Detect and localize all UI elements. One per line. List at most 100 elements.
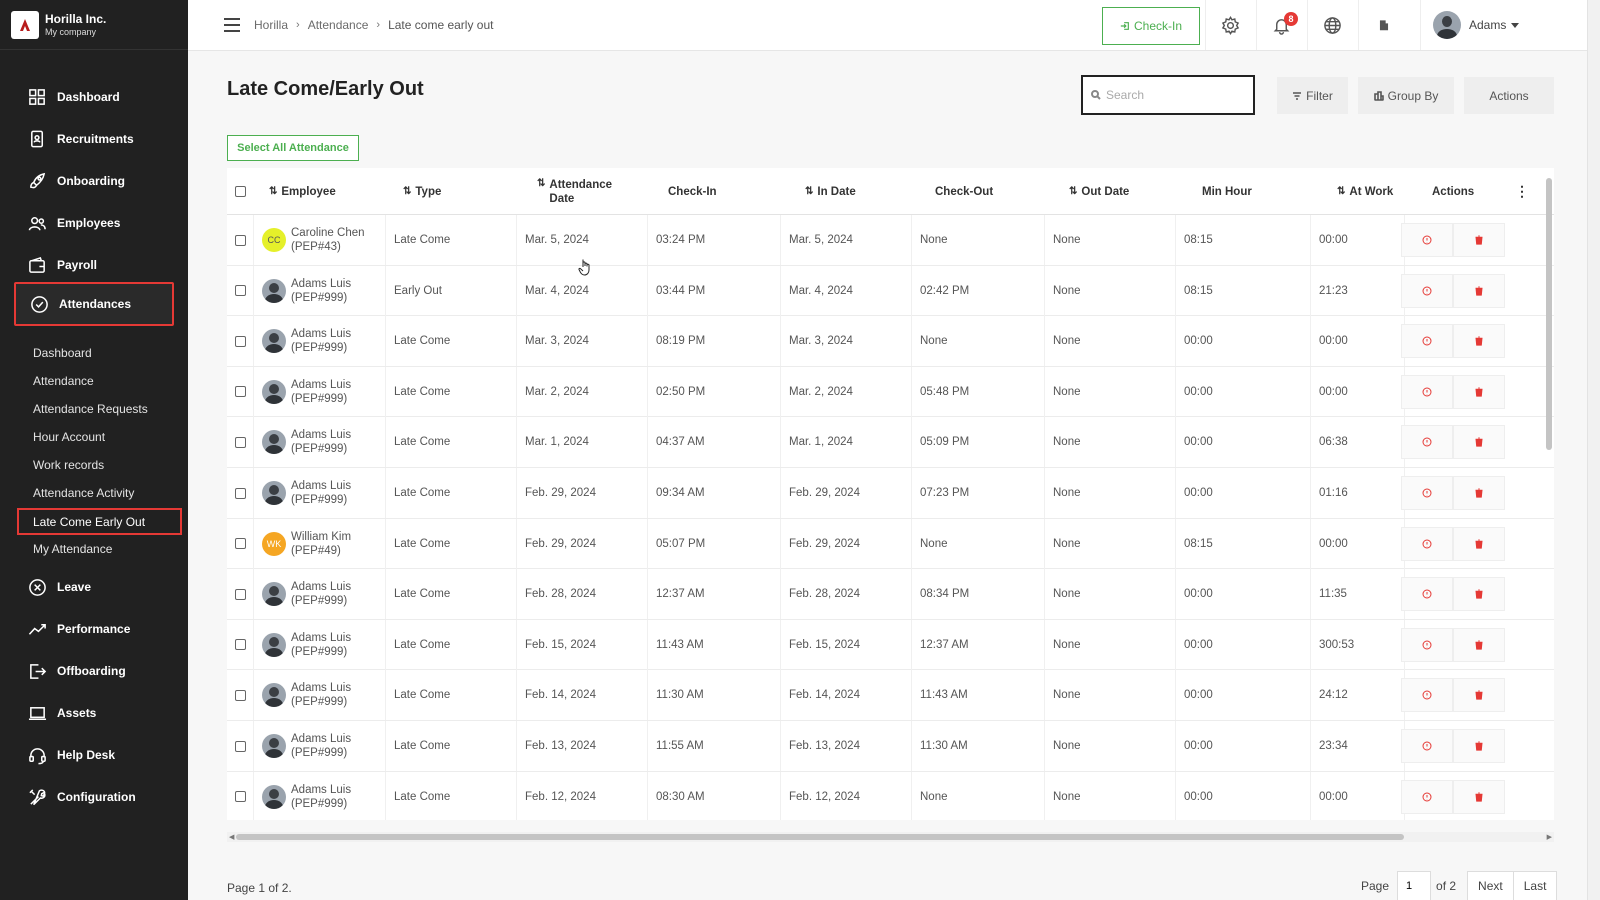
th-out-date[interactable]: ⇅ Out Date [1069,168,1129,215]
table-row[interactable]: Adams Luis (PEP#999) Late Come Feb. 13, 202… [227,721,1554,772]
scroll-left-arrow-icon[interactable]: ◀ [229,833,234,841]
table-row[interactable]: Adams Luis (PEP#999) Late Come Feb. 28, 202… [227,569,1554,620]
delete-button[interactable] [1453,324,1505,359]
table-horizontal-scrollbar[interactable]: ◀ ▶ [227,832,1554,842]
table-row[interactable]: Adams Luis (PEP#999) Late Come Feb. 29, 202… [227,468,1554,519]
employee-cell[interactable]: CC Caroline Chen (PEP#43) [254,215,386,265]
employee-cell[interactable]: Adams Luis (PEP#999) [254,670,386,721]
user-menu[interactable]: Adams [1420,0,1520,50]
table-row[interactable]: Adams Luis (PEP#999) Late Come Mar. 1, 2024… [227,417,1554,468]
column-options-icon[interactable]: ⋮ [1515,168,1529,215]
nav-item-assets[interactable]: Assets [14,694,174,732]
check-in-button[interactable]: Check-In [1102,7,1200,45]
row-checkbox[interactable] [234,538,246,550]
row-checkbox[interactable] [234,285,246,297]
nav-item-performance[interactable]: Performance [14,610,174,648]
delete-button[interactable] [1453,729,1505,763]
row-checkbox[interactable] [234,791,246,803]
group-by-button[interactable]: Group By [1358,77,1454,114]
th-at-work[interactable]: ⇅ At Work [1337,168,1393,215]
nav-item-attendances[interactable]: Attendances [14,282,174,326]
breadcrumb-attendance[interactable]: Attendance [308,18,369,32]
view-details-button[interactable] [1401,627,1453,662]
row-checkbox[interactable] [234,740,246,752]
row-checkbox[interactable] [234,386,246,398]
delete-button[interactable] [1453,273,1505,308]
view-details-button[interactable] [1401,273,1453,308]
scroll-right-arrow-icon[interactable]: ▶ [1547,833,1552,841]
select-all-checkbox[interactable] [235,186,246,197]
submenu-item-my-attendance[interactable]: My Attendance [33,542,112,556]
employee-cell[interactable]: Adams Luis (PEP#999) [254,316,386,367]
row-checkbox[interactable] [234,639,246,651]
employee-cell[interactable]: WK William Kim (PEP#49) [254,518,386,569]
view-details-button[interactable] [1401,425,1453,460]
table-row[interactable]: WK William Kim (PEP#49) Late Come Feb. 29, 2… [227,518,1554,570]
table-row[interactable]: Adams Luis (PEP#999) Late Come Feb. 15, 202… [227,619,1554,671]
notifications-button[interactable]: 8 [1256,0,1306,50]
nav-item-onboarding[interactable]: Onboarding [14,162,174,200]
submenu-item-dashboard[interactable]: Dashboard [33,346,92,360]
row-checkbox[interactable] [234,234,246,246]
delete-button[interactable] [1453,779,1505,814]
table-row[interactable]: Adams Luis (PEP#999) Late Come Mar. 3, 2024… [227,316,1554,367]
table-row[interactable]: Adams Luis (PEP#999) Early Out Mar. 4, 2024… [227,265,1554,317]
employee-cell[interactable]: Adams Luis (PEP#999) [254,366,386,417]
employee-cell[interactable]: Adams Luis (PEP#999) [254,265,386,316]
submenu-item-attendance[interactable]: Attendance [33,374,94,388]
submenu-item-attendance-activity[interactable]: Attendance Activity [33,486,134,500]
row-checkbox[interactable] [234,487,246,499]
last-page-button[interactable]: Last [1512,871,1558,900]
row-checkbox[interactable] [234,335,246,347]
view-details-button[interactable] [1401,223,1453,257]
delete-button[interactable] [1453,425,1505,460]
submenu-item-work-records[interactable]: Work records [33,458,104,472]
actions-dropdown[interactable]: Actions [1464,77,1554,114]
view-details-button[interactable] [1401,577,1453,612]
th-type[interactable]: ⇅ Type [403,168,441,215]
delete-button[interactable] [1453,476,1505,510]
nav-item-offboarding[interactable]: Offboarding [14,652,174,690]
submenu-item-hour-account[interactable]: Hour Account [33,430,105,444]
next-page-button[interactable]: Next [1467,871,1514,900]
language-button[interactable] [1307,0,1357,50]
view-details-button[interactable] [1401,779,1453,814]
delete-button[interactable] [1453,374,1505,409]
row-checkbox[interactable] [234,436,246,448]
employee-cell[interactable]: Adams Luis (PEP#999) [254,468,386,518]
nav-item-leave[interactable]: Leave [14,568,174,606]
breadcrumb-home[interactable]: Horilla [254,18,288,32]
view-details-button[interactable] [1401,678,1453,713]
view-details-button[interactable] [1401,476,1453,510]
page-number-input[interactable] [1397,871,1432,900]
employee-cell[interactable]: Adams Luis (PEP#999) [254,771,386,820]
view-details-button[interactable] [1401,526,1453,561]
table-row[interactable]: Adams Luis (PEP#999) Late Come Feb. 14, 202… [227,670,1554,721]
view-details-button[interactable] [1401,729,1453,763]
delete-button[interactable] [1453,627,1505,662]
delete-button[interactable] [1453,577,1505,612]
nav-item-dashboard[interactable]: Dashboard [14,78,174,116]
settings-button[interactable] [1205,0,1255,50]
employee-cell[interactable]: Adams Luis (PEP#999) [254,417,386,468]
submenu-item-late-come-early-out[interactable]: Late Come Early Out [17,508,182,535]
table-row[interactable]: Adams Luis (PEP#999) Late Come Feb. 12, 202… [227,771,1554,820]
nav-item-helpdesk[interactable]: Help Desk [14,736,174,774]
view-details-button[interactable] [1401,374,1453,409]
employee-cell[interactable]: Adams Luis (PEP#999) [254,569,386,620]
employee-cell[interactable]: Adams Luis (PEP#999) [254,721,386,771]
table-horizontal-scroll-thumb[interactable] [236,834,1404,840]
th-employee[interactable]: ⇅ Employee [269,168,336,215]
row-checkbox[interactable] [234,689,246,701]
nav-item-configuration[interactable]: Configuration [14,778,174,816]
delete-button[interactable] [1453,223,1505,257]
th-attendance-date[interactable]: ⇅ Attendance Date [537,168,627,215]
nav-item-payroll[interactable]: Payroll [14,246,174,284]
company-switch-button[interactable] [1358,0,1408,50]
view-details-button[interactable] [1401,324,1453,359]
filter-button[interactable]: Filter [1277,77,1348,114]
search-field[interactable] [1081,75,1255,115]
table-row[interactable]: Adams Luis (PEP#999) Late Come Mar. 2, 2024… [227,366,1554,418]
nav-item-employees[interactable]: Employees [14,204,174,242]
delete-button[interactable] [1453,678,1505,713]
